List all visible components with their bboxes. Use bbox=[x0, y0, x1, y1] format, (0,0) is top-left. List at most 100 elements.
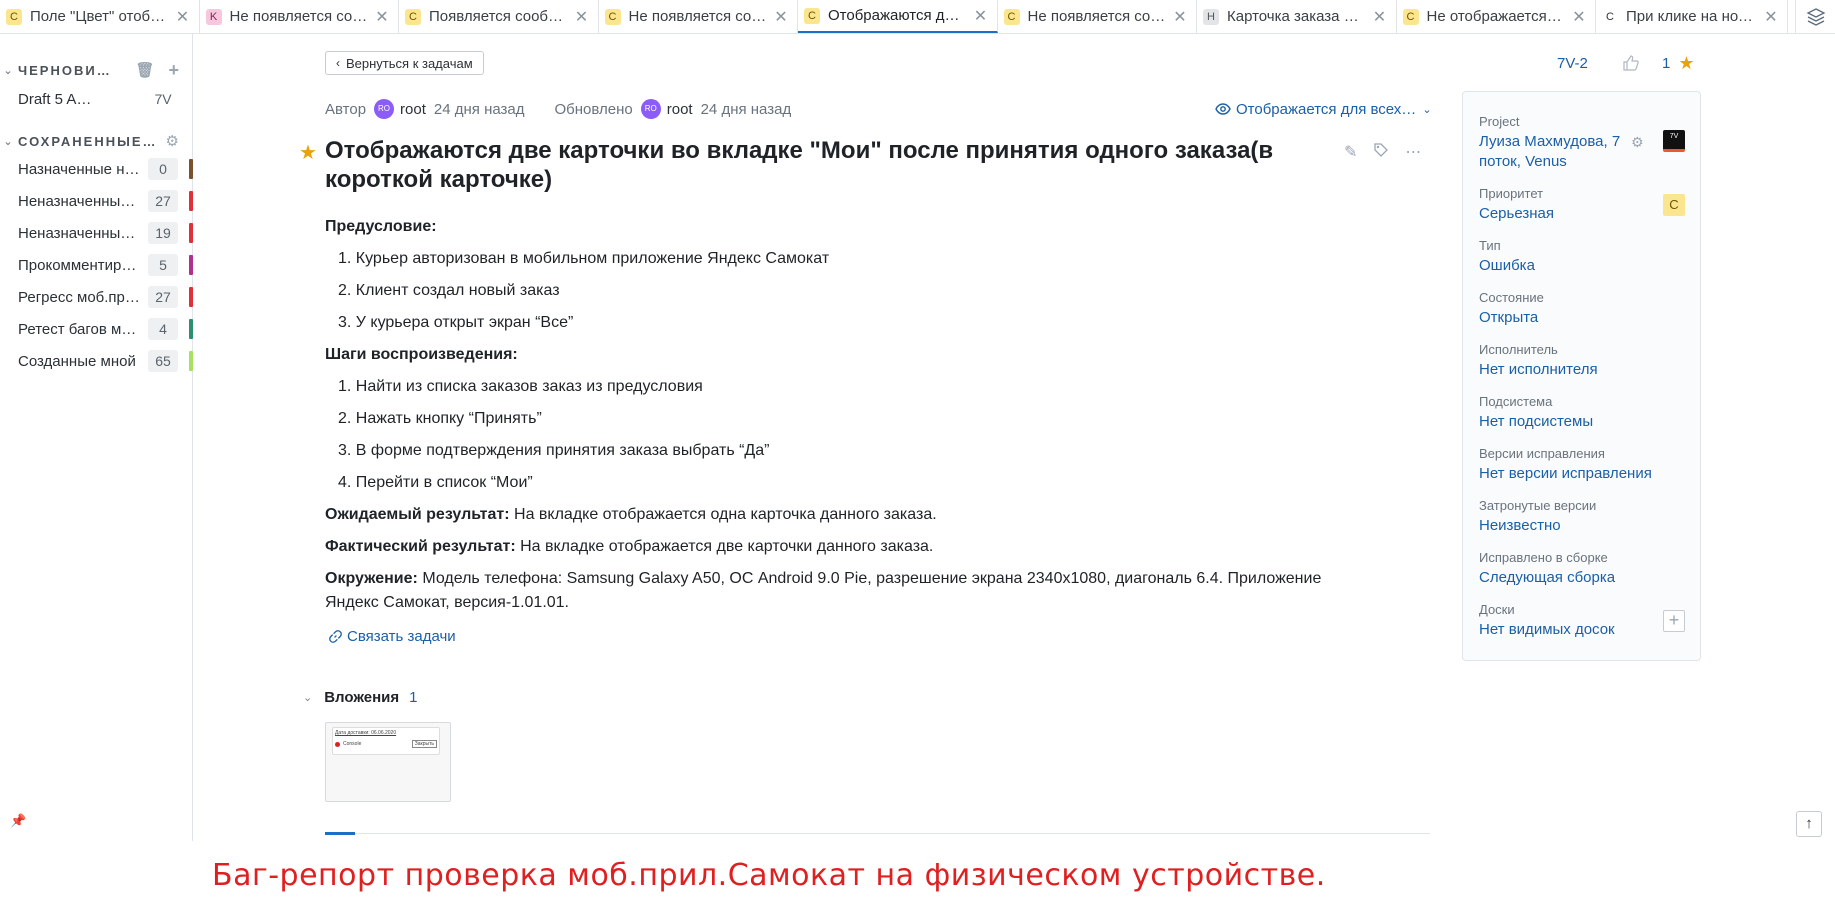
tab-item[interactable]: C Не появляется со… ✕ bbox=[599, 0, 798, 33]
tab-type-badge: K bbox=[205, 8, 222, 25]
field-label: Затронутые версии bbox=[1479, 498, 1597, 513]
issue-title[interactable]: Отображаются две карточки во вкладке "Мо… bbox=[325, 136, 1315, 194]
pencil-icon[interactable]: ✎ bbox=[1344, 142, 1357, 163]
attachment-thumbnail[interactable]: Дата доставки: 06.06.2020 Console Закрыт… bbox=[325, 722, 451, 802]
tab-title: Появляется сооб… bbox=[429, 8, 564, 25]
status-dot bbox=[335, 741, 340, 747]
attachments-count: 1 bbox=[409, 688, 418, 706]
back-to-tasks-button[interactable]: ‹ Вернуться к задачам bbox=[325, 51, 484, 75]
sidebar-item-label: Созданные мной bbox=[18, 352, 136, 370]
chevron-down-icon[interactable]: ⌄ bbox=[0, 135, 18, 148]
link-tasks-button[interactable]: Связать задачи bbox=[328, 628, 456, 645]
caption-text: Баг-репорт проверка моб.прил.Самокат на … bbox=[212, 858, 1326, 893]
subsystem-field[interactable]: Нет подсистемы bbox=[1479, 412, 1593, 432]
more-icon[interactable]: ⋯ bbox=[1405, 142, 1421, 163]
sidebar-item-saved[interactable]: Ретест багов м… 4 bbox=[0, 317, 193, 341]
close-icon[interactable]: ✕ bbox=[773, 7, 789, 27]
sidebar: ⌄ ЧЕРНОВИ… 🗑 + Draft 5 A… 7V ⌄ СОХРАНЕНН… bbox=[0, 34, 193, 841]
tab-title: Не появляется со… bbox=[628, 8, 767, 25]
tab-type-badge: C bbox=[804, 7, 820, 24]
chevron-down-icon[interactable]: ⌄ bbox=[0, 64, 18, 77]
close-icon[interactable]: ✕ bbox=[1172, 7, 1188, 27]
close-icon[interactable]: ✕ bbox=[1372, 7, 1388, 27]
color-marker bbox=[189, 287, 193, 307]
tab-item[interactable]: C Появляется сооб… ✕ bbox=[399, 0, 599, 33]
trash-icon[interactable]: 🗑 bbox=[135, 61, 154, 79]
add-board-button[interactable]: + bbox=[1663, 610, 1685, 632]
sidebar-item-saved[interactable]: Прокомментир… 5 bbox=[0, 253, 193, 277]
votes-counter[interactable]: 1 ★ bbox=[1662, 52, 1694, 74]
close-icon[interactable]: ✕ bbox=[973, 6, 989, 26]
list-item: 1. Найти из списка заказов заказ из пред… bbox=[338, 378, 703, 395]
saved-searches-header[interactable]: ⌄ СОХРАНЕННЫЕ… ⚙ bbox=[0, 130, 193, 152]
sidebar-item-draft[interactable]: Draft 5 A… 7V bbox=[0, 87, 193, 111]
plus-icon[interactable]: + bbox=[168, 60, 179, 81]
updater-name[interactable]: root bbox=[667, 101, 693, 118]
tab-item[interactable]: C Не отображается … ✕ bbox=[1397, 0, 1596, 33]
fix-versions-field[interactable]: Нет версии исправления bbox=[1479, 464, 1652, 484]
list-item: 2. Клиент создал новый заказ bbox=[338, 282, 560, 299]
sidebar-item-saved[interactable]: Созданные мной 65 bbox=[0, 349, 193, 373]
project-badge: 7V bbox=[1663, 130, 1685, 152]
fixed-build-field[interactable]: Следующая сборка bbox=[1479, 568, 1615, 588]
sidebar-item-count: 65 bbox=[148, 350, 178, 372]
attachments-header[interactable]: ⌄ Вложения 1 bbox=[303, 686, 418, 708]
close-icon[interactable]: ✕ bbox=[374, 7, 390, 27]
pin-icon[interactable]: 📌 bbox=[10, 813, 26, 829]
drafts-header[interactable]: ⌄ ЧЕРНОВИ… 🗑 + bbox=[0, 59, 193, 81]
scroll-to-top-button[interactable]: ↑ bbox=[1796, 811, 1822, 837]
field-label: Project bbox=[1479, 114, 1520, 129]
close-icon[interactable]: ✕ bbox=[1571, 7, 1587, 27]
project-field[interactable]: Луиза Махмудова, 7 поток, Venus bbox=[1479, 132, 1629, 172]
sidebar-item-saved[interactable]: Неназначенны… 19 bbox=[0, 221, 193, 245]
sidebar-item-saved[interactable]: Неназначенны… 27 bbox=[0, 189, 193, 213]
sidebar-item-count: 0 bbox=[148, 158, 178, 180]
tab-item-active[interactable]: C Отображаются дв… ✕ bbox=[798, 0, 998, 33]
close-icon[interactable]: ✕ bbox=[175, 7, 191, 27]
tab-item[interactable]: C Поле "Цвет" отоб… ✕ bbox=[0, 0, 200, 33]
sidebar-item-saved[interactable]: Назначенные н… 0 bbox=[0, 157, 193, 181]
list-item: 2. Нажать кнопку “Принять” bbox=[338, 410, 542, 427]
gear-icon[interactable]: ⚙ bbox=[166, 132, 179, 150]
comments-tab-indicator[interactable] bbox=[325, 832, 355, 835]
avatar: RO bbox=[640, 99, 661, 119]
sidebar-item-label: Ретест багов м… bbox=[18, 320, 137, 338]
drafts-header-label: ЧЕРНОВИ… bbox=[18, 62, 112, 78]
expected-text: На вкладке отображается одна карточка да… bbox=[509, 506, 937, 523]
author-name[interactable]: root bbox=[400, 101, 426, 118]
thumbnail-content: Дата доставки: 06.06.2020 Console Закрыт… bbox=[332, 727, 440, 755]
color-marker bbox=[189, 255, 193, 275]
tag-icon[interactable] bbox=[1373, 142, 1389, 163]
list-item: 3. В форме подтверждения принятия заказа… bbox=[338, 442, 770, 459]
tab-title: Поле "Цвет" отоб… bbox=[30, 8, 166, 25]
gear-icon[interactable]: ⚙ bbox=[1631, 134, 1644, 151]
visibility-dropdown[interactable]: Отображается для всех… ⌄ bbox=[1215, 98, 1432, 120]
sidebar-item-saved[interactable]: Регресс моб.пр… 27 bbox=[0, 285, 193, 309]
star-icon[interactable]: ★ bbox=[1678, 53, 1694, 74]
assignee-field[interactable]: Нет исполнителя bbox=[1479, 360, 1598, 380]
thumbs-up-icon[interactable] bbox=[1622, 52, 1640, 74]
layers-icon[interactable] bbox=[1795, 0, 1835, 33]
tab-item[interactable]: C Не появляется со… ✕ bbox=[998, 0, 1197, 33]
saved-searches-header-label: СОХРАНЕННЫЕ… bbox=[18, 133, 158, 149]
close-icon[interactable]: ✕ bbox=[574, 7, 590, 27]
chevron-down-icon: ⌄ bbox=[1422, 103, 1432, 116]
tab-item[interactable]: C При клике на нот… ✕ bbox=[1596, 0, 1788, 33]
boards-field[interactable]: Нет видимых досок bbox=[1479, 620, 1615, 640]
actual-result: Фактический результат: На вкладке отобра… bbox=[325, 535, 933, 559]
tab-item[interactable]: K Не появляется со… ✕ bbox=[200, 0, 399, 33]
issue-id-link[interactable]: 7V-2 bbox=[1557, 52, 1588, 74]
list-item: 4. Перейти в список “Мои” bbox=[338, 474, 533, 491]
close-icon[interactable]: ✕ bbox=[1763, 7, 1779, 27]
affected-versions-field[interactable]: Неизвестно bbox=[1479, 516, 1561, 536]
priority-badge: С bbox=[1663, 194, 1685, 216]
type-field[interactable]: Ошибка bbox=[1479, 256, 1535, 276]
thumbnail-text: Дата доставки: 06.06.2020 bbox=[335, 730, 397, 736]
priority-field[interactable]: Серьезная bbox=[1479, 204, 1554, 224]
chevron-down-icon[interactable]: ⌄ bbox=[303, 691, 312, 704]
author-label: Автор bbox=[325, 100, 367, 118]
state-field[interactable]: Открыта bbox=[1479, 308, 1538, 328]
field-label: Версии исправления bbox=[1479, 446, 1605, 461]
star-icon[interactable]: ★ bbox=[299, 140, 317, 165]
tab-item[interactable]: H Карточка заказа у… ✕ bbox=[1197, 0, 1397, 33]
